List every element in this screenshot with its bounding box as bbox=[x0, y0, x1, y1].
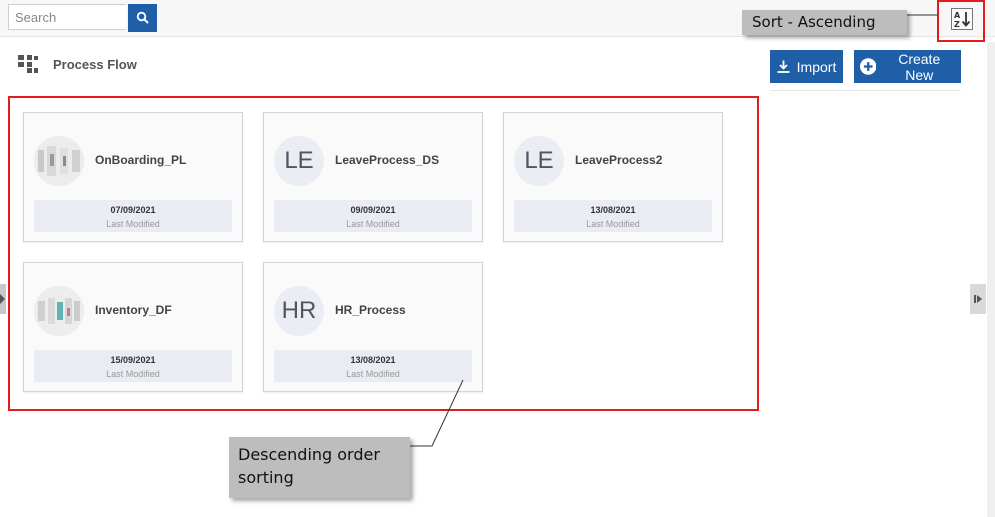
initials-avatar: LE bbox=[274, 136, 324, 186]
process-card[interactable]: OnBoarding_PL 07/09/2021 Last Modified bbox=[23, 112, 243, 242]
page-title: Process Flow bbox=[53, 56, 137, 72]
collapse-right-icon bbox=[974, 295, 982, 303]
descending-note-callout: Descending order sorting bbox=[229, 437, 410, 498]
blurred-screenshot-image bbox=[34, 286, 84, 336]
blurred-screenshot-image bbox=[34, 136, 84, 186]
import-label: Import bbox=[796, 58, 837, 75]
header-divider bbox=[770, 90, 961, 91]
card-footer: 09/09/2021 Last Modified bbox=[274, 200, 472, 232]
chevron-right-icon bbox=[0, 294, 5, 304]
process-thumbnail bbox=[34, 136, 84, 186]
process-name: LeaveProcess_DS bbox=[335, 153, 440, 167]
modified-date: 13/08/2021 bbox=[590, 205, 636, 215]
plus-circle-icon bbox=[860, 58, 877, 75]
sort-tooltip-callout: Sort - Ascending bbox=[742, 10, 907, 35]
initials-avatar: LE bbox=[514, 136, 564, 186]
process-name: LeaveProcess2 bbox=[575, 153, 663, 167]
create-new-label: Create New bbox=[898, 50, 941, 83]
left-panel-toggle[interactable] bbox=[0, 284, 6, 314]
right-panel-toggle[interactable] bbox=[970, 284, 986, 314]
modified-date: 13/08/2021 bbox=[350, 355, 396, 365]
search-input[interactable] bbox=[8, 4, 126, 30]
search-icon bbox=[136, 11, 149, 24]
process-thumbnail bbox=[34, 286, 84, 336]
create-new-button[interactable]: Create New bbox=[854, 50, 961, 83]
sort-az-icon: A Z bbox=[954, 11, 971, 28]
last-modified-label: Last Modified bbox=[106, 369, 160, 379]
process-name: HR_Process bbox=[335, 303, 406, 317]
card-footer: 15/09/2021 Last Modified bbox=[34, 350, 232, 382]
process-card[interactable]: HR HR_Process 13/08/2021 Last Modified bbox=[263, 262, 483, 392]
card-footer: 13/08/2021 Last Modified bbox=[514, 200, 712, 232]
last-modified-label: Last Modified bbox=[106, 219, 160, 229]
process-flow-icon bbox=[18, 55, 38, 73]
scrollbar[interactable] bbox=[987, 42, 995, 517]
search-button[interactable] bbox=[128, 4, 157, 32]
svg-text:A: A bbox=[954, 11, 961, 20]
modified-date: 15/09/2021 bbox=[110, 355, 156, 365]
last-modified-label: Last Modified bbox=[586, 219, 640, 229]
card-footer: 07/09/2021 Last Modified bbox=[34, 200, 232, 232]
sort-button[interactable]: A Z bbox=[951, 8, 973, 30]
page-header: Process Flow bbox=[18, 55, 137, 73]
modified-date: 09/09/2021 bbox=[350, 205, 396, 215]
initials-avatar: HR bbox=[274, 286, 324, 336]
process-name: Inventory_DF bbox=[95, 303, 172, 317]
process-card[interactable]: LE LeaveProcess_DS 09/09/2021 Last Modif… bbox=[263, 112, 483, 242]
callout-connector bbox=[410, 379, 464, 447]
svg-text:Z: Z bbox=[954, 20, 960, 28]
callout-connector bbox=[907, 14, 937, 16]
modified-date: 07/09/2021 bbox=[110, 205, 156, 215]
process-card[interactable]: Inventory_DF 15/09/2021 Last Modified bbox=[23, 262, 243, 392]
last-modified-label: Last Modified bbox=[346, 219, 400, 229]
import-button[interactable]: Import bbox=[770, 50, 843, 83]
download-icon bbox=[777, 60, 790, 73]
process-name: OnBoarding_PL bbox=[95, 153, 187, 167]
process-card[interactable]: LE LeaveProcess2 13/08/2021 Last Modifie… bbox=[503, 112, 723, 242]
